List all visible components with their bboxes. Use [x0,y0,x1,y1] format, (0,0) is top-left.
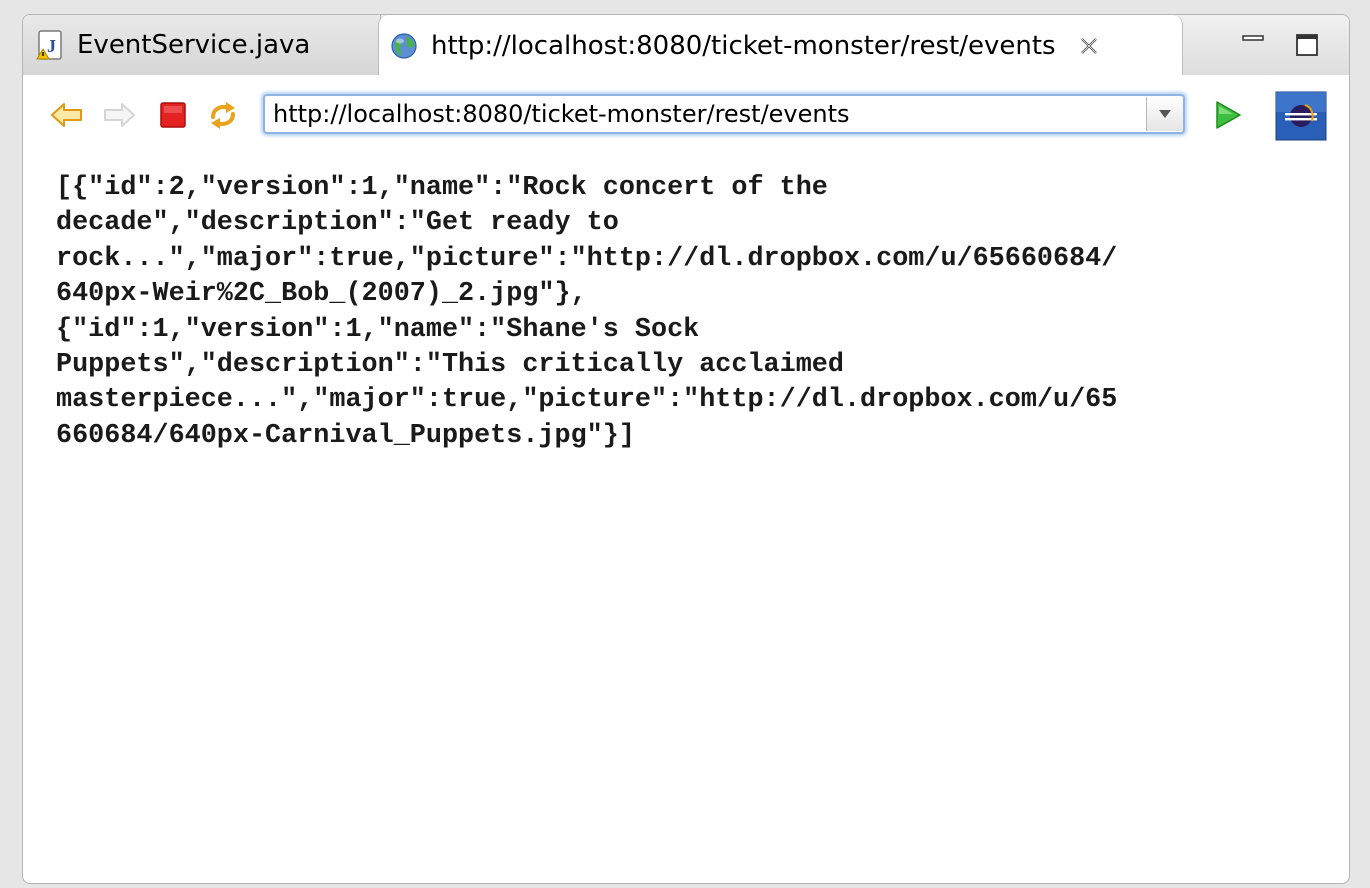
tab-bar: J EventService.java http://localhost:808… [23,15,1349,76]
response-line: [{"id":2,"version":1,"name":"Rock concer… [56,173,828,203]
stop-icon[interactable] [155,97,191,133]
refresh-icon[interactable] [205,97,241,133]
url-input[interactable] [265,97,1146,131]
java-file-icon: J [36,30,62,60]
response-line: {"id":1,"version":1,"name":"Shane's Sock [56,314,700,345]
go-play-icon[interactable] [1209,97,1245,133]
browser-window: J EventService.java http://localhost:808… [22,14,1350,884]
minimize-icon[interactable] [1241,33,1265,57]
response-line: rock...","major":true,"picture":"http://… [56,243,1118,274]
close-icon[interactable] [1078,35,1100,57]
tab-eventservice-java[interactable]: J EventService.java [23,15,381,75]
maximize-icon[interactable] [1295,33,1319,57]
tab-label: EventService.java [77,30,311,60]
browser-toolbar [23,75,1349,153]
globe-icon [391,32,417,59]
back-arrow-icon[interactable] [49,97,85,133]
response-line: Puppets","description":"This critically … [56,350,844,381]
response-line: 660684/640px-Carnival_Puppets.jpg"}] [56,420,635,451]
tab-label: http://localhost:8080/ticket-monster/res… [431,30,1056,61]
chevron-down-icon [1159,110,1171,118]
response-line: masterpiece...","major":true,"picture":"… [56,385,1118,416]
url-bar [263,94,1185,134]
url-dropdown-button[interactable] [1146,97,1183,131]
tab-browser-events[interactable]: http://localhost:8080/ticket-monster/res… [378,15,1183,76]
svg-text:J: J [47,36,56,56]
forward-arrow-icon[interactable] [101,97,137,133]
response-line: decade","description":"Get ready to [56,208,619,239]
json-response-body: [{"id":2,"version":1,"name":"Rock concer… [56,171,1329,454]
eclipse-icon[interactable] [1275,91,1327,141]
response-line: 640px-Weir%2C_Bob_(2007)_2.jpg"}, [56,279,587,310]
